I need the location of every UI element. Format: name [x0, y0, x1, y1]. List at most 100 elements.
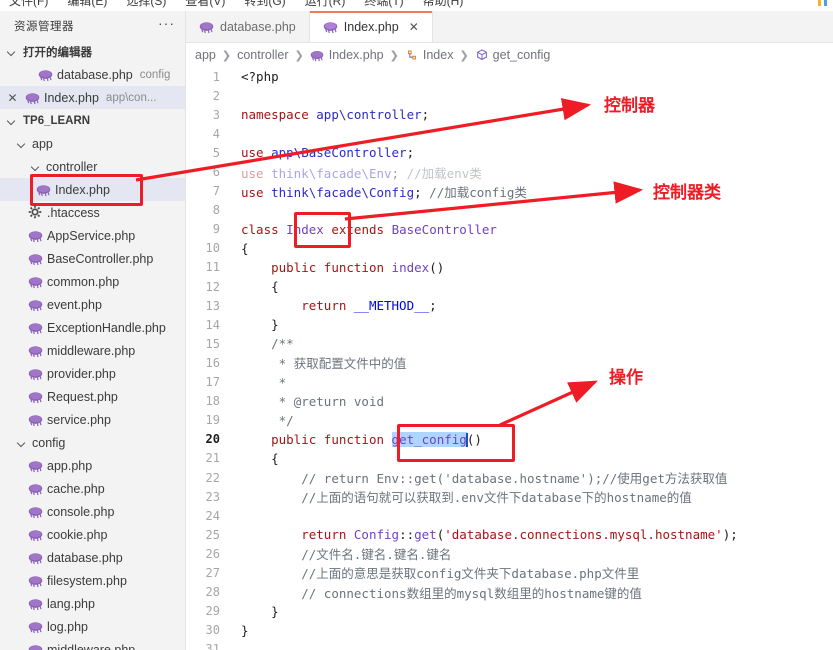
code-line[interactable]: 25 return Config::get('database.connecti… [186, 525, 833, 544]
code-line[interactable]: 5 use app\BaseController; [186, 143, 833, 162]
tab-database-php[interactable]: database.php [186, 11, 310, 42]
file-AppService.php[interactable]: AppService.php [0, 224, 185, 247]
more-actions-icon[interactable]: ··· [158, 16, 175, 32]
folder-config[interactable]: config [0, 431, 185, 454]
menu-bar: 文件(F) 编辑(E) 选择(S) 查看(V) 转到(G) 运行(R) 终端(T… [0, 0, 833, 11]
file-event.php[interactable]: event.php [0, 293, 185, 316]
menu-goto[interactable]: 转到(G) [241, 0, 288, 9]
code-text: //文件名.键名.键名.键名 [301, 547, 452, 563]
code-line[interactable]: 14 } [186, 315, 833, 334]
window-controls [818, 0, 827, 11]
maximize-icon[interactable] [824, 0, 827, 6]
section-open-editors[interactable]: 打开的编辑器 [0, 40, 185, 63]
code-line[interactable]: 16 * 获取配置文件中的值 [186, 353, 833, 372]
file-Request.php[interactable]: Request.php [0, 385, 185, 408]
code-line[interactable]: 7 use think\facade\Config; //加载config类 [186, 182, 833, 201]
close-icon[interactable]: ✕ [4, 91, 21, 105]
code-line[interactable]: 9 class Index extends BaseController [186, 220, 833, 239]
file-filesystem.php[interactable]: filesystem.php [0, 569, 185, 592]
menu-view[interactable]: 查看(V) [182, 0, 228, 9]
code-line[interactable]: 3 namespace app\controller; [186, 105, 833, 124]
line-number: 21 [205, 451, 220, 466]
menu-edit[interactable]: 编辑(E) [64, 0, 110, 9]
file-BaseController.php[interactable]: BaseController.php [0, 247, 185, 270]
code-line[interactable]: 4 [186, 124, 833, 143]
tab-label: Index.php [343, 19, 399, 34]
code-line[interactable]: 13 return __METHOD__; [186, 296, 833, 315]
code-line[interactable]: 22 // return Env::get('database.hostname… [186, 468, 833, 487]
open-editor-item-database[interactable]: database.php config [0, 63, 185, 86]
file-.htaccess[interactable]: .htaccess [0, 201, 185, 224]
file-lang.php[interactable]: lang.php [0, 592, 185, 615]
code-line[interactable]: 21 { [186, 449, 833, 468]
code-line[interactable]: 1 <?php [186, 67, 833, 86]
section-project-root[interactable]: TP6_LEARN [0, 109, 185, 132]
code-text: class Index extends BaseController [241, 221, 497, 237]
code-line[interactable]: 28 // connections数组里的mysql数组里的hostname键的… [186, 583, 833, 602]
code-line[interactable]: 31 [186, 640, 833, 650]
code-line[interactable]: 29 } [186, 602, 833, 621]
tab-index-php[interactable]: Index.php ✕ [309, 11, 433, 42]
code-line[interactable]: 2 [186, 86, 833, 105]
file-database.php[interactable]: database.php [0, 546, 185, 569]
code-text: * [278, 374, 287, 390]
code-line[interactable]: 17 * [186, 373, 833, 392]
code-line[interactable]: 15 /** [186, 334, 833, 353]
file-label: common.php [47, 274, 120, 289]
code-editor[interactable]: 1 <?php 2 3 namespace app\controller; 4 5 use a… [186, 67, 833, 650]
open-editors-label: 打开的编辑器 [23, 46, 92, 59]
code-line[interactable]: 23 //上面的语句就可以获取到.env文件下database下的hostnam… [186, 487, 833, 506]
breadcrumb-app[interactable]: app [195, 48, 216, 62]
file-cache.php[interactable]: cache.php [0, 477, 185, 500]
breadcrumb-class-index[interactable]: Index [405, 48, 453, 62]
file-Index.php[interactable]: Index.php [0, 178, 185, 201]
php-icon [28, 481, 43, 496]
line-number: 26 [205, 546, 220, 561]
code-line[interactable]: 30} [186, 621, 833, 640]
breadcrumb-controller[interactable]: controller [237, 48, 288, 62]
file-console.php[interactable]: console.php [0, 500, 185, 523]
php-icon [28, 366, 43, 381]
file-service.php[interactable]: service.php [0, 408, 185, 431]
code-line[interactable]: 24 [186, 506, 833, 525]
breadcrumb-method-get-config[interactable]: get_config [475, 48, 550, 62]
line-number: 3 [212, 107, 220, 122]
code-line[interactable]: 6 use think\facade\Env; //加载env类 [186, 162, 833, 181]
menu-help[interactable]: 帮助(H) [420, 0, 467, 9]
file-middleware.php[interactable]: middleware.php [0, 339, 185, 362]
code-line[interactable]: 12 { [186, 277, 833, 296]
php-icon [28, 458, 43, 473]
code-line[interactable]: 11 public function index() [186, 258, 833, 277]
file-log.php[interactable]: log.php [0, 615, 185, 638]
menu-selection[interactable]: 选择(S) [123, 0, 169, 9]
code-text: return __METHOD__; [301, 298, 437, 314]
breadcrumb-index-php[interactable]: Index.php [310, 48, 384, 63]
file-label: .htaccess [47, 205, 100, 220]
file-common.php[interactable]: common.php [0, 270, 185, 293]
code-line[interactable]: 10 { [186, 239, 833, 258]
code-line[interactable]: 18 * @return void [186, 392, 833, 411]
code-line[interactable]: 26 //文件名.键名.键名.键名 [186, 544, 833, 563]
file-app.php[interactable]: app.php [0, 454, 185, 477]
method-icon [475, 48, 489, 62]
code-line[interactable]: 19 */ [186, 411, 833, 430]
file-middleware.php[interactable]: middleware.php [0, 638, 185, 650]
folder-app[interactable]: app [0, 132, 185, 155]
code-text: } [241, 622, 249, 638]
file-cookie.php[interactable]: cookie.php [0, 523, 185, 546]
line-number: 19 [205, 413, 220, 428]
open-editor-item-index[interactable]: ✕ Index.php app\con... [0, 86, 185, 109]
menu-run[interactable]: 运行(R) [302, 0, 349, 9]
menu-terminal[interactable]: 终端(T) [361, 0, 406, 9]
menu-file[interactable]: 文件(F) [6, 0, 51, 9]
folder-controller[interactable]: controller [0, 155, 185, 178]
code-line[interactable]: 20 public function get_config() [186, 430, 833, 449]
breadcrumb-separator: ❯ [221, 49, 232, 62]
code-line[interactable]: 27 //上面的意思是获取config文件夹下database.php文件里 [186, 563, 833, 582]
php-icon [36, 182, 51, 197]
file-provider.php[interactable]: provider.php [0, 362, 185, 385]
file-ExceptionHandle.php[interactable]: ExceptionHandle.php [0, 316, 185, 339]
code-line[interactable]: 8 [186, 201, 833, 220]
close-icon[interactable]: ✕ [409, 20, 419, 34]
minimize-icon[interactable] [818, 0, 821, 6]
